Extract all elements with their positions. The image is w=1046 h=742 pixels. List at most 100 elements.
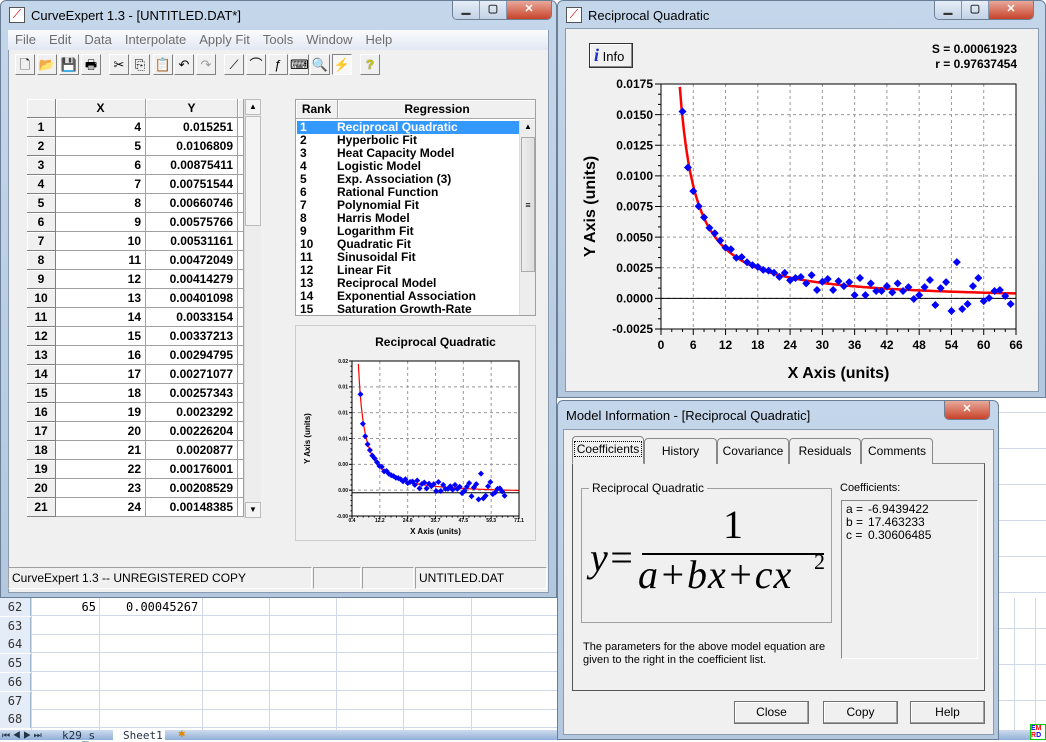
function-plot-button[interactable]: ƒ [268, 54, 288, 75]
maximize-button[interactable]: ▢ [962, 1, 989, 19]
scroll-up-button[interactable]: ▲ [520, 120, 535, 136]
cell-y[interactable]: 0.00875411 [146, 156, 238, 175]
cut-button[interactable]: ✂ [109, 54, 129, 75]
keyboard-button[interactable]: ⌨ [289, 54, 309, 75]
print-button[interactable]: 🖶 [81, 54, 101, 75]
sheet-cell-y[interactable]: 0.00045267 [126, 598, 198, 616]
close-button[interactable]: ✕ [507, 1, 551, 19]
scroll-up-button[interactable]: ▲ [245, 99, 261, 115]
rank-scrollbar[interactable]: ▲ ≡ [519, 120, 535, 315]
row-number[interactable]: 14 [27, 365, 56, 384]
copy-button[interactable]: Copy [823, 701, 898, 724]
row-number[interactable]: 9 [27, 270, 56, 289]
help-button[interactable]: ? [360, 54, 380, 75]
column-header-x[interactable]: X [56, 99, 146, 118]
menu-interpolate[interactable]: Interpolate [125, 32, 186, 47]
row-number[interactable]: 2 [27, 137, 56, 156]
cell-x[interactable]: 17 [56, 365, 146, 384]
regression-item[interactable]: 15 Saturation Growth-Rate [297, 303, 519, 316]
main-chart[interactable]: 0 6 12 18 24 30 36 42 48 54 60 66 -0.0025 0.0000 0.002… [565, 28, 1045, 388]
row-number[interactable]: 18 [27, 441, 56, 460]
cell-x[interactable]: 10 [56, 232, 146, 251]
regression-item[interactable]: 11 Sinusoidal Fit [297, 251, 519, 264]
table-scrollbar[interactable]: ▲ ▼ [244, 99, 261, 519]
menu-file[interactable]: File [15, 32, 36, 47]
row-number[interactable]: 6 [27, 213, 56, 232]
maximize-button[interactable]: ▢ [480, 1, 507, 19]
cell-y[interactable]: 0.00575766 [146, 213, 238, 232]
row-number[interactable]: 11 [27, 308, 56, 327]
row-number[interactable]: 7 [27, 232, 56, 251]
minimize-button[interactable]: ▁ [453, 1, 480, 19]
cell-x[interactable]: 21 [56, 441, 146, 460]
row-number[interactable]: 16 [27, 403, 56, 422]
scroll-thumb[interactable]: ≡ [521, 137, 535, 272]
row-number[interactable]: 5 [27, 194, 56, 213]
cell-y[interactable]: 0.00660746 [146, 194, 238, 213]
row-number[interactable]: 15 [27, 384, 56, 403]
sheet-tab[interactable]: k29_s [62, 730, 95, 742]
cell-y[interactable]: 0.00337213 [146, 327, 238, 346]
copy-button[interactable]: ⎘ [130, 54, 150, 75]
cell-y[interactable]: 0.015251 [146, 118, 238, 137]
undo-button[interactable]: ↶ [174, 54, 194, 75]
cell-x[interactable]: 13 [56, 289, 146, 308]
cell-x[interactable]: 5 [56, 137, 146, 156]
menu-window[interactable]: Window [306, 32, 352, 47]
cell-y[interactable]: 0.00271077 [146, 365, 238, 384]
row-number[interactable]: 17 [27, 422, 56, 441]
tab-history[interactable]: History [644, 438, 717, 464]
sheet-cell-x[interactable]: 65 [31, 598, 96, 616]
insert-sheet-icon[interactable]: ✱ [178, 729, 186, 740]
cell-y[interactable]: 0.0106809 [146, 137, 238, 156]
cell-y[interactable]: 0.00531161 [146, 232, 238, 251]
tab-coefficients[interactable]: Coefficients [572, 436, 644, 464]
save-button[interactable]: 💾 [59, 54, 79, 75]
scroll-thumb[interactable] [245, 116, 261, 226]
open-folder-button[interactable]: 📂 [37, 54, 57, 75]
close-button[interactable]: Close [734, 701, 809, 724]
row-number[interactable]: 20 [27, 479, 56, 498]
help-button[interactable]: Help [910, 701, 985, 724]
cell-y[interactable]: 0.00472049 [146, 251, 238, 270]
cell-y[interactable]: 0.0020877 [146, 441, 238, 460]
cell-y[interactable]: 0.00176001 [146, 460, 238, 479]
row-number[interactable]: 4 [27, 175, 56, 194]
cell-x[interactable]: 15 [56, 327, 146, 346]
coefficient-list[interactable]: a = -6.9439422 b = 17.463233 c = 0.30606485 [841, 500, 978, 659]
cell-y[interactable]: 0.00226204 [146, 422, 238, 441]
cell-x[interactable]: 4 [56, 118, 146, 137]
sheet-row-number[interactable]: 63 [0, 616, 31, 635]
row-number[interactable]: 19 [27, 460, 56, 479]
column-header-y[interactable]: Y [146, 99, 238, 118]
menu-help[interactable]: Help [365, 32, 392, 47]
sheet-row-number[interactable]: 65 [0, 654, 31, 673]
cell-y[interactable]: 0.00401098 [146, 289, 238, 308]
menu-tools[interactable]: Tools [263, 32, 293, 47]
regression-header[interactable]: Regression [338, 100, 535, 119]
menu-data[interactable]: Data [84, 32, 111, 47]
row-number[interactable]: 1 [27, 118, 56, 137]
paste-button[interactable]: 📋 [153, 54, 173, 75]
cell-x[interactable]: 9 [56, 213, 146, 232]
row-number[interactable]: 3 [27, 156, 56, 175]
cell-x[interactable]: 6 [56, 156, 146, 175]
tab-covariance[interactable]: Covariance [717, 438, 789, 464]
table-corner[interactable] [27, 99, 56, 118]
curve-plot-button[interactable]: ⌒ [246, 54, 266, 75]
cell-y[interactable]: 0.00751544 [146, 175, 238, 194]
row-number[interactable]: 12 [27, 327, 56, 346]
row-number[interactable]: 8 [27, 251, 56, 270]
cell-x[interactable]: 18 [56, 384, 146, 403]
close-button[interactable]: ✕ [945, 401, 989, 419]
cell-x[interactable]: 8 [56, 194, 146, 213]
sheet-tab-active[interactable]: Sheet1 [113, 730, 165, 742]
cell-x[interactable]: 23 [56, 479, 146, 498]
magnify-button[interactable]: 🔍 [310, 54, 330, 75]
preview-chart[interactable]: 0.4 12.2 24.0 35.7 47.5 59.3 71.1-0.000.000.00… [296, 326, 536, 541]
cell-y[interactable]: 0.0033154 [146, 308, 238, 327]
menu-edit[interactable]: Edit [49, 32, 71, 47]
sheet-row-number[interactable]: 67 [0, 691, 31, 710]
lightning-button[interactable]: ⚡ [332, 54, 352, 75]
cell-y[interactable]: 0.00257343 [146, 384, 238, 403]
